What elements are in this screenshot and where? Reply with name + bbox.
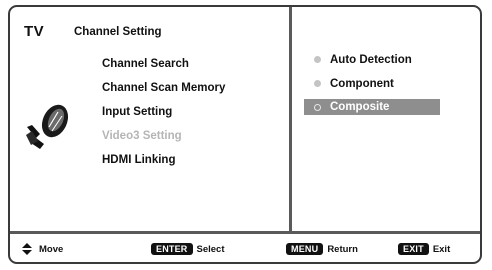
up-down-arrows-icon bbox=[22, 243, 32, 255]
radio-dot-icon bbox=[314, 56, 321, 63]
option-auto-detection[interactable]: Auto Detection bbox=[304, 51, 440, 75]
footer-select: ENTER Select bbox=[151, 243, 225, 255]
satellite-dish-icon bbox=[26, 104, 69, 149]
menu-item-channel-search[interactable]: Channel Search bbox=[102, 55, 225, 79]
menu-key-badge: MENU bbox=[286, 243, 324, 255]
footer-key-guide: Move ENTER Select MENU Return EXIT Exit bbox=[10, 234, 480, 262]
radio-dot-icon bbox=[314, 80, 321, 87]
menu-title: Channel Setting bbox=[74, 26, 162, 38]
tv-menu-screen: TV Channel Setting Channel Search Channe… bbox=[8, 5, 482, 264]
menu-item-hdmi-linking[interactable]: HDMI Linking bbox=[102, 151, 225, 175]
exit-label: Exit bbox=[432, 243, 451, 255]
channel-setting-menu: Channel Search Channel Scan Memory Input… bbox=[102, 55, 225, 175]
option-component[interactable]: Component bbox=[304, 75, 440, 99]
vertical-divider bbox=[289, 7, 292, 231]
footer-return: MENU Return bbox=[286, 243, 358, 255]
footer-exit: EXIT Exit bbox=[398, 243, 450, 255]
menu-item-video3-setting: Video3 Setting bbox=[102, 130, 182, 142]
option-label: Component bbox=[330, 78, 394, 90]
radio-dot-icon bbox=[314, 104, 321, 111]
enter-key-badge: ENTER bbox=[151, 243, 193, 255]
option-label: Composite bbox=[330, 101, 390, 113]
footer-move: Move bbox=[22, 243, 63, 255]
select-label: Select bbox=[196, 243, 225, 255]
tv-label: TV bbox=[24, 23, 45, 40]
return-label: Return bbox=[327, 243, 358, 255]
menu-item-channel-scan-memory[interactable]: Channel Scan Memory bbox=[102, 79, 225, 103]
option-composite[interactable]: Composite bbox=[304, 99, 440, 123]
input-options-list: Auto Detection Component Composite bbox=[304, 51, 440, 123]
menu-item-input-setting[interactable]: Input Setting bbox=[102, 103, 225, 127]
exit-key-badge: EXIT bbox=[398, 243, 429, 255]
move-label: Move bbox=[39, 243, 64, 255]
option-label: Auto Detection bbox=[330, 54, 412, 66]
